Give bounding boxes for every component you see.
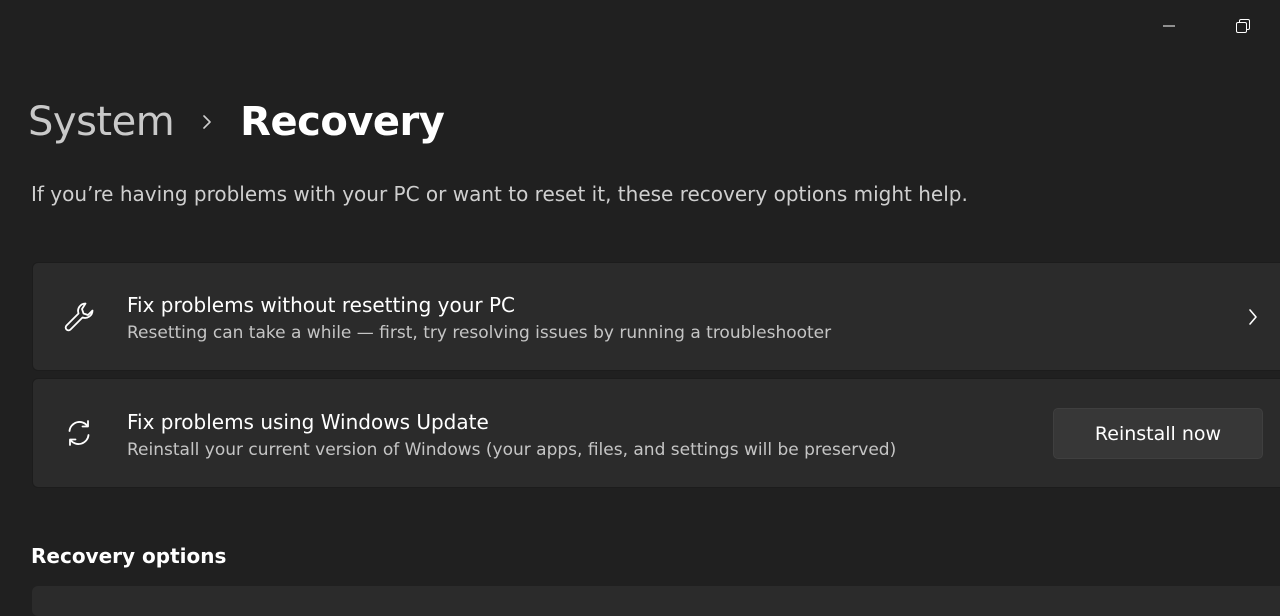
windows-update-reinstall-card: Fix problems using Windows Update Reinst… — [32, 378, 1280, 488]
minimize-button[interactable] — [1132, 0, 1206, 52]
card-icon — [59, 297, 99, 337]
breadcrumb: System Recovery — [28, 92, 445, 152]
sync-icon — [68, 420, 90, 446]
wrench-icon — [64, 302, 94, 331]
window-controls — [1132, 0, 1280, 52]
page-title: Recovery — [240, 99, 445, 145]
chevron-right-icon — [203, 115, 211, 129]
recovery-options-card[interactable] — [32, 586, 1280, 616]
restore-icon — [1236, 19, 1250, 33]
recovery-options-heading: Recovery options — [31, 544, 227, 568]
card-chevron — [1243, 305, 1263, 329]
breadcrumb-separator — [174, 112, 240, 132]
card-icon — [59, 413, 99, 453]
card-subtitle: Resetting can take a while — first, try … — [127, 323, 832, 343]
restore-button[interactable] — [1206, 0, 1280, 52]
reinstall-now-button[interactable]: Reinstall now — [1053, 408, 1263, 459]
breadcrumb-parent-system[interactable]: System — [28, 99, 175, 145]
page-description: If you’re having problems with your PC o… — [31, 182, 968, 206]
card-title: Fix problems without resetting your PC — [127, 293, 516, 317]
minimize-icon — [1163, 25, 1175, 27]
card-subtitle: Reinstall your current version of Window… — [127, 440, 897, 460]
card-title: Fix problems using Windows Update — [127, 410, 489, 434]
chevron-right-icon — [1249, 308, 1257, 325]
fix-without-reset-card[interactable]: Fix problems without resetting your PC R… — [32, 262, 1280, 371]
